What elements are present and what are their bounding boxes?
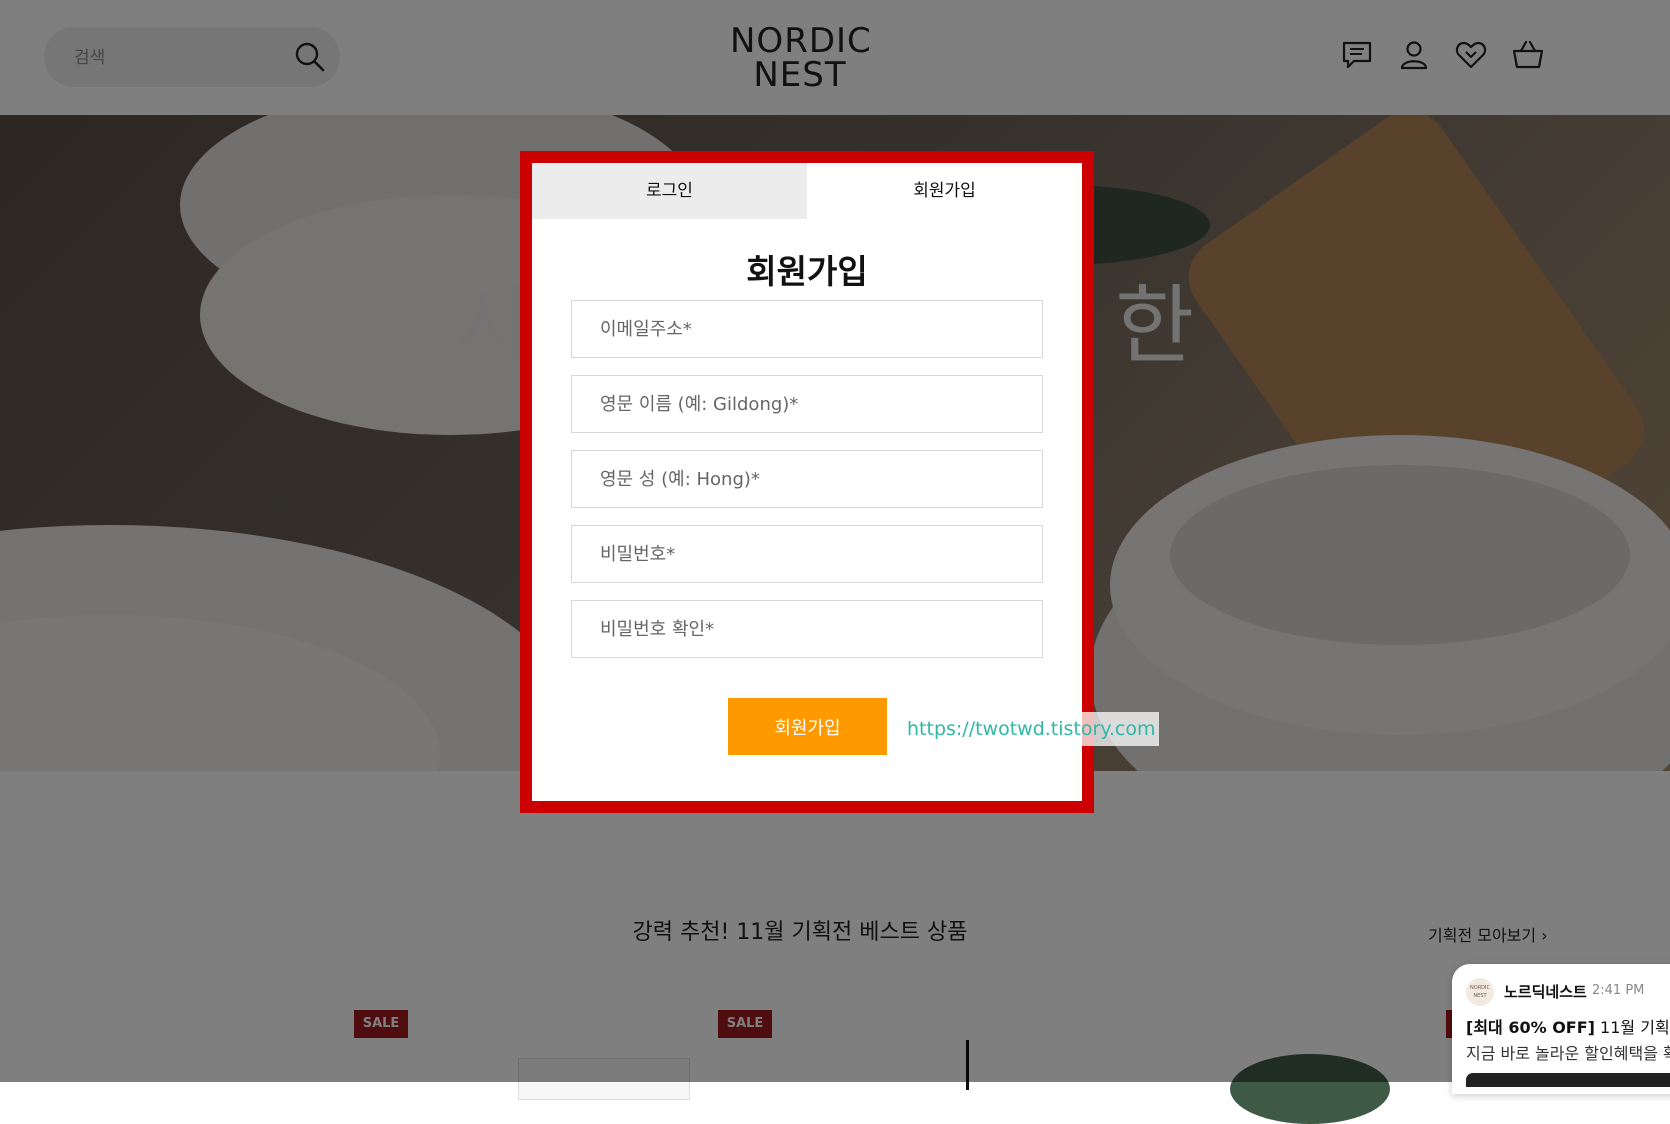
last-name-field[interactable] — [571, 450, 1043, 508]
notification-headline-rest: 11월 기획전 — [1600, 1018, 1670, 1037]
notification-headline: [최대 60% OFF] 11월 기획전 — [1466, 1014, 1670, 1038]
signup-modal: 로그인 회원가입 회원가입 회원가입 — [532, 163, 1082, 801]
signup-submit-button[interactable]: 회원가입 — [728, 698, 887, 755]
auth-tabs: 로그인 회원가입 — [532, 163, 1082, 219]
notification-action-bar[interactable] — [1466, 1073, 1670, 1087]
modal-title: 회원가입 — [746, 252, 868, 291]
password-field[interactable] — [571, 525, 1043, 583]
watermark-url: https://twotwd.tistory.com — [903, 712, 1160, 746]
notification-avatar: NORDIC NEST — [1466, 978, 1494, 1006]
password-confirm-field[interactable] — [571, 600, 1043, 658]
notification-body: 지금 바로 놀라운 할인혜택을 확인 — [1466, 1044, 1670, 1063]
first-name-field[interactable] — [571, 375, 1043, 433]
tab-login[interactable]: 로그인 — [532, 163, 807, 219]
tab-signup[interactable]: 회원가입 — [807, 163, 1082, 219]
notification-discount: [최대 60% OFF] — [1466, 1018, 1595, 1037]
email-field[interactable] — [571, 300, 1043, 358]
push-notification[interactable]: NORDIC NEST 노르딕네스트 2:41 PM [최대 60% OFF] … — [1452, 964, 1670, 1094]
notification-sender: 노르딕네스트 — [1504, 983, 1587, 1001]
password-input[interactable] — [572, 526, 1042, 582]
password-confirm-input[interactable] — [572, 601, 1042, 657]
first-name-input[interactable] — [572, 376, 1042, 432]
notification-time: 2:41 PM — [1592, 983, 1645, 998]
last-name-input[interactable] — [572, 451, 1042, 507]
email-input[interactable] — [572, 301, 1042, 357]
